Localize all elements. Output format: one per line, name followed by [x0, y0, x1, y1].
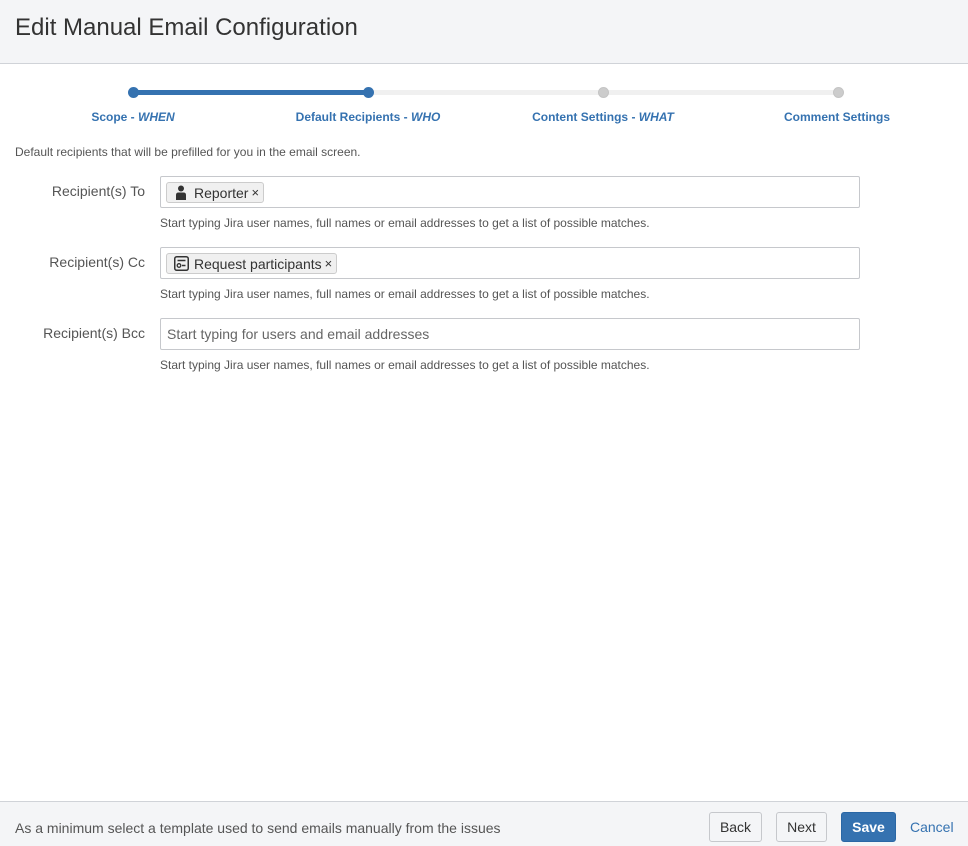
recipients-cc-hint: Start typing Jira user names, full names…	[160, 287, 650, 301]
page-header: Edit Manual Email Configuration	[0, 0, 968, 64]
chip-label: Request participants	[194, 255, 322, 272]
user-icon	[173, 185, 189, 201]
recipients-cc-input[interactable]: Request participants ×	[160, 247, 860, 279]
step-dot-content	[598, 87, 609, 98]
footer-message: As a minimum select a template used to s…	[15, 820, 501, 836]
bcc-placeholder: Start typing for users and email address…	[167, 326, 430, 342]
step-scope[interactable]: Scope - WHEN	[91, 110, 174, 124]
recipients-to-hint: Start typing Jira user names, full names…	[160, 216, 650, 230]
back-button[interactable]: Back	[709, 812, 762, 842]
email-config-page: Edit Manual Email Configuration Scope - …	[0, 0, 968, 846]
step-dot-comment	[833, 87, 844, 98]
step-dot-recipients	[363, 87, 374, 98]
step-dot-scope	[128, 87, 139, 98]
recipients-bcc-input[interactable]: Start typing for users and email address…	[160, 318, 860, 350]
page-title: Edit Manual Email Configuration	[15, 14, 358, 41]
progress-track-complete	[133, 90, 368, 95]
recipient-chip-reporter: Reporter ×	[166, 182, 265, 203]
participants-icon	[173, 256, 189, 272]
recipients-to-input[interactable]: Reporter ×	[160, 176, 860, 208]
dialog-footer: As a minimum select a template used to s…	[0, 801, 968, 846]
step-content-settings[interactable]: Content Settings - WHAT	[532, 110, 674, 124]
step-label-emphasis: WHEN	[138, 110, 175, 124]
wizard-progress: Scope - WHEN Default Recipients - WHO Co…	[0, 80, 968, 130]
save-button[interactable]: Save	[841, 812, 896, 842]
step-label-text: Content Settings -	[532, 110, 639, 124]
step-label-text: Default Recipients -	[295, 110, 412, 124]
recipient-chip-request-participants: Request participants ×	[166, 253, 338, 274]
next-button[interactable]: Next	[776, 812, 827, 842]
remove-chip-button[interactable]: ×	[325, 256, 333, 271]
recipients-bcc-hint: Start typing Jira user names, full names…	[160, 358, 650, 372]
remove-chip-button[interactable]: ×	[251, 185, 259, 200]
recipients-bcc-label: Recipient(s) Bcc	[43, 325, 145, 341]
step-default-recipients[interactable]: Default Recipients - WHO	[296, 110, 441, 124]
chip-label: Reporter	[194, 184, 249, 201]
step-comment-settings[interactable]: Comment Settings	[784, 110, 890, 124]
form-description: Default recipients that will be prefille…	[15, 145, 361, 159]
step-label-text: Scope -	[91, 110, 139, 124]
cancel-button[interactable]: Cancel	[910, 819, 954, 835]
step-label-emphasis: WHO	[411, 110, 441, 124]
recipients-cc-label: Recipient(s) Cc	[49, 254, 145, 270]
step-label-text: Comment Settings	[783, 110, 891, 124]
recipients-to-label: Recipient(s) To	[51, 183, 145, 199]
step-label-emphasis: WHAT	[638, 110, 674, 124]
